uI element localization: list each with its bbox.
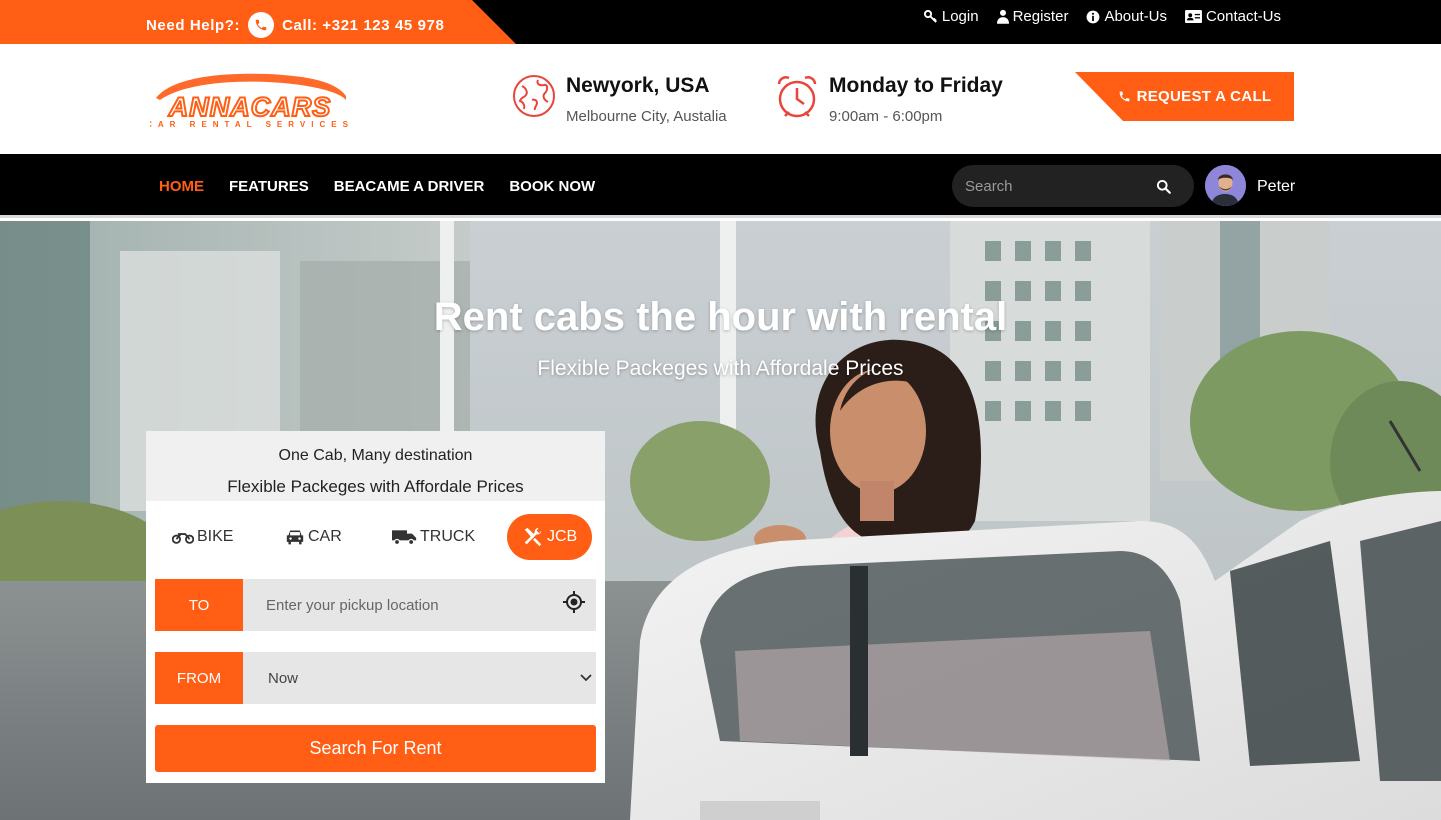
booking-card-header: One Cab, Many destination Flexible Packe… xyxy=(146,431,605,501)
key-icon xyxy=(923,9,937,23)
brand-logo[interactable]: ANNACARS CAR RENTAL SERVICES xyxy=(146,70,350,130)
chevron-down-icon xyxy=(580,674,592,682)
booking-card: One Cab, Many destination Flexible Packe… xyxy=(146,431,605,783)
globe-icon xyxy=(513,75,555,117)
to-label: TO xyxy=(155,579,243,631)
truck-icon xyxy=(392,530,417,546)
svg-text:ANNACARS: ANNACARS xyxy=(168,92,332,122)
tab-bike-label: BIKE xyxy=(197,528,234,545)
login-link[interactable]: Login xyxy=(923,8,979,25)
tab-bike[interactable]: BIKE xyxy=(172,514,233,560)
hours-subtitle: 9:00am - 6:00pm xyxy=(829,108,943,125)
search-box xyxy=(952,165,1194,207)
alarm-clock-icon xyxy=(777,76,817,118)
from-select-value: Now xyxy=(268,669,299,687)
request-call-label: REQUEST A CALL xyxy=(1136,88,1272,105)
pickup-location-input[interactable] xyxy=(264,595,544,615)
search-input[interactable] xyxy=(963,176,1148,196)
info-icon xyxy=(1087,10,1100,23)
pickup-row: TO xyxy=(155,579,596,631)
tab-truck[interactable]: TRUCK xyxy=(392,514,475,560)
nav-features[interactable]: FEATURES xyxy=(229,178,309,195)
hero-subtitle: Flexible Packeges with Affordale Prices xyxy=(537,357,904,380)
location-info: Newyork, USA Melbourne City, Austalia xyxy=(512,74,727,125)
top-bar: Need Help?: Call: +321 123 45 978 Login … xyxy=(0,0,1441,52)
about-label: About-Us xyxy=(1104,8,1167,25)
call-number[interactable]: Call: +321 123 45 978 xyxy=(282,17,444,34)
from-row: FROM Now xyxy=(155,652,596,704)
from-label: FROM xyxy=(155,652,243,704)
phone-icon xyxy=(1119,91,1129,102)
motorcycle-icon xyxy=(172,533,194,544)
location-title: Newyork, USA xyxy=(566,74,710,97)
hero-title: Rent cabs the hour with rental xyxy=(433,295,1008,339)
request-call-button[interactable]: REQUEST A CALL xyxy=(1075,72,1294,121)
about-link[interactable]: About-Us xyxy=(1086,8,1167,25)
user-name[interactable]: Peter xyxy=(1257,178,1295,196)
from-select[interactable]: Now xyxy=(243,652,596,704)
main-nav: HOME FEATURES BEACAME A DRIVER BOOK NOW … xyxy=(0,154,1441,218)
site-header: ANNACARS CAR RENTAL SERVICES Newyork, US… xyxy=(0,44,1441,154)
locate-icon[interactable] xyxy=(562,590,586,614)
svg-text:CAR RENTAL SERVICES: CAR RENTAL SERVICES xyxy=(150,120,350,129)
tab-truck-label: TRUCK xyxy=(420,528,476,545)
car-icon xyxy=(286,530,304,545)
nav-book-now[interactable]: BOOK NOW xyxy=(509,178,595,195)
nav-home[interactable]: HOME xyxy=(159,178,204,195)
user-icon xyxy=(996,9,1009,24)
contact-link[interactable]: Contact-Us xyxy=(1185,8,1281,25)
avatar[interactable] xyxy=(1205,165,1246,206)
booking-line-1: One Cab, Many destination xyxy=(278,447,473,464)
hours-info: Monday to Friday 9:00am - 6:00pm xyxy=(775,74,1003,125)
top-links: Login Register About-Us Contact-Us xyxy=(923,8,1281,25)
help-label: Need Help?: xyxy=(146,16,241,34)
tab-jcb-label: JCB xyxy=(547,528,578,545)
location-subtitle: Melbourne City, Austalia xyxy=(566,108,727,125)
register-label: Register xyxy=(1012,8,1069,25)
nav-become-driver[interactable]: BEACAME A DRIVER xyxy=(334,178,485,195)
vehicle-type-tabs: BIKE CAR TRUCK JCB xyxy=(146,501,605,571)
tools-icon xyxy=(524,527,542,547)
search-icon[interactable] xyxy=(1156,179,1171,194)
search-for-rent-button[interactable]: Search For Rent xyxy=(155,725,596,772)
login-label: Login xyxy=(941,8,979,25)
phone-icon xyxy=(248,12,275,38)
id-card-icon xyxy=(1185,10,1202,23)
tab-car[interactable]: CAR xyxy=(285,514,342,560)
tab-jcb[interactable]: JCB xyxy=(507,514,593,560)
contact-label: Contact-Us xyxy=(1205,8,1281,25)
booking-line-2: Flexible Packeges with Affordale Prices xyxy=(227,477,524,496)
register-link[interactable]: Register xyxy=(996,8,1069,25)
tab-car-label: CAR xyxy=(308,528,342,545)
hours-title: Monday to Friday xyxy=(829,74,1003,97)
